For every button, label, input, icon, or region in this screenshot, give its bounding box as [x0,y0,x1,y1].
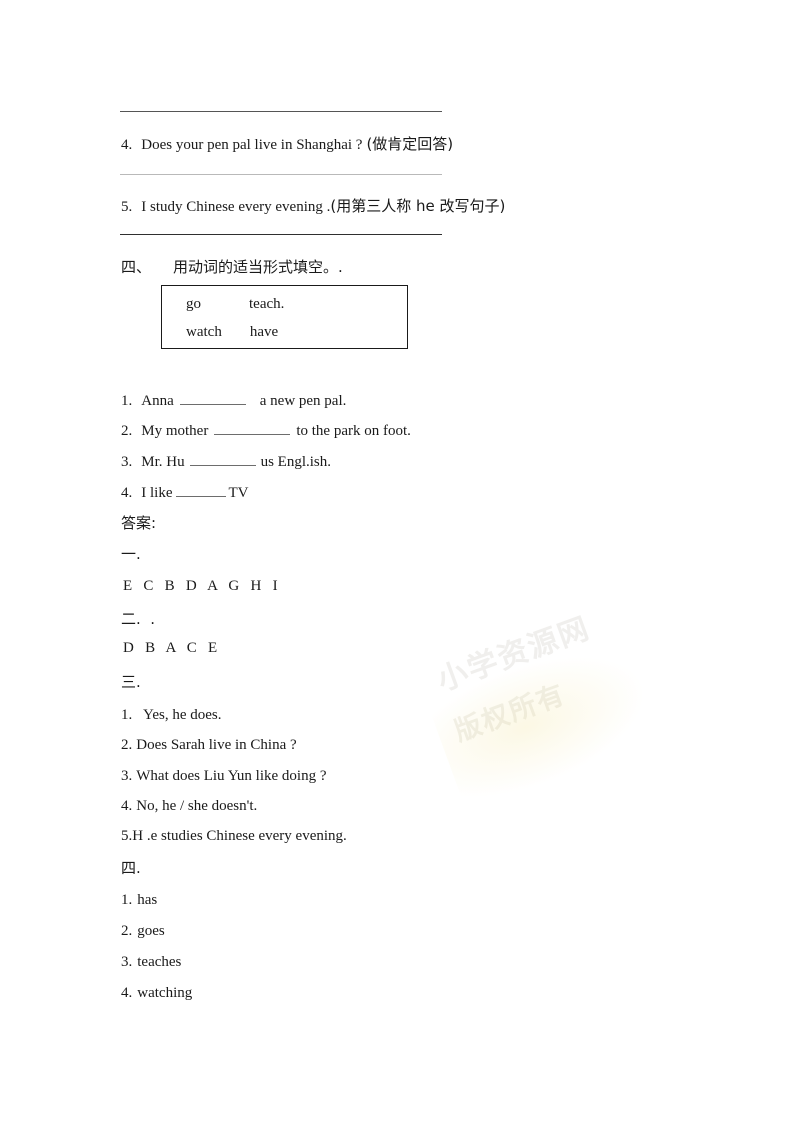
fill-question-1-after: a new pen pal. [259,393,347,409]
fill-question-4-after: TV [228,485,249,501]
answer-three-item-4-text: No, he / she doesn't. [136,798,258,814]
answer-four-item-2: 2. goes [121,921,165,941]
answer-key-heading-text: 答案: [121,514,157,532]
answer-four-item-1-number: 1. [121,892,133,908]
word-bank-row-2: watch have [186,323,278,341]
answer-three-item-1-text: Yes, he does. [143,707,222,723]
answer-rule-after-5 [120,234,442,235]
answer-three-item-2-text: Does Sarah live in China ? [136,737,297,753]
answer-three-item-2-number: 2. [121,737,133,753]
answer-four-item-4-text: watching [137,985,193,1001]
answer-four-item-4-number: 4. [121,985,133,1001]
answer-part-two-marker-text: 二. . [121,610,156,628]
answer-three-item-4-number: 4. [121,798,133,814]
answer-four-item-3: 3. teaches [121,952,181,972]
fill-question-3-number: 3. [121,454,133,470]
word-bank-word-have: have [249,324,279,340]
rewrite-item-4-number: 4. [121,137,133,153]
fill-question-4-number: 4. [121,485,133,501]
answer-three-item-5-number: 5. [121,828,133,844]
answer-rule-after-4 [120,174,442,175]
answer-part-one-letters: E C B D A G H I [123,578,278,594]
answer-three-item-1-number: 1. [121,707,133,723]
rewrite-item-5: 5. I study Chinese every evening .(用第三人称 … [121,196,505,217]
answer-four-item-1: 1. has [121,890,157,910]
fill-question-4: 4. I like TV [121,483,249,503]
watermark-line-2: 版权所有 [450,678,570,747]
answer-rule-top [120,111,442,112]
fill-question-2-blank[interactable] [214,421,291,435]
answer-three-item-5-text: H .e studies Chinese every evening. [132,828,347,844]
worksheet-page: 小学资源网 版权所有 4. Does your pen pal live in S… [0,0,793,1122]
answer-part-four-marker: 四. [121,858,141,879]
rewrite-item-5-english: I study Chinese every evening . [141,199,331,215]
rewrite-item-4-english: Does your pen pal live in Shanghai ? [141,137,363,153]
answer-four-item-2-number: 2. [121,923,133,939]
rewrite-item-4: 4. Does your pen pal live in Shanghai ? (做… [121,134,453,155]
word-bank-word-go: go [186,296,201,312]
fill-question-4-before: I like [141,485,173,501]
word-bank-word-teach: teach. [249,296,285,312]
answer-three-item-3-text: What does Liu Yun like doing ? [136,768,327,784]
answer-four-item-4: 4. watching [121,983,192,1003]
answer-three-item-2: 2. Does Sarah live in China ? [121,735,297,755]
answer-three-item-3-number: 3. [121,768,133,784]
rewrite-item-5-instruction: (用第三人称 he 改写句子) [330,197,506,215]
fill-question-3: 3. Mr. Hu us Engl.ish. [121,452,331,472]
answer-key-heading: 答案: [121,513,156,534]
word-bank-row-1: go teach. [186,295,284,313]
rewrite-item-5-number: 5. [121,199,133,215]
watermark-line-1: 小学资源网 [433,611,595,698]
fill-question-1-number: 1. [121,393,133,409]
answer-three-item-3: 3. What does Liu Yun like doing ? [121,766,327,786]
watermark-glow [425,627,665,813]
answer-part-two-marker: 二. . [121,609,155,630]
fill-question-3-blank[interactable] [189,452,256,466]
answer-part-four-marker-text: 四. [121,859,141,877]
fill-question-2-after: to the park on foot. [296,423,411,439]
section-four-title: 用动词的适当形式填空。. [173,258,343,276]
answer-four-item-2-text: goes [137,923,165,939]
answer-four-item-3-text: teaches [137,954,182,970]
answer-part-three-marker-text: 三. [121,673,141,691]
word-bank-word-watch: watch [186,324,222,340]
answer-three-item-4: 4. No, he / she doesn't. [121,796,257,816]
watermark: 小学资源网 版权所有 [425,612,760,813]
fill-question-2-number: 2. [121,423,133,439]
answer-four-item-3-number: 3. [121,954,133,970]
word-bank-box: go teach. watch have [161,285,408,349]
fill-question-1-blank[interactable] [179,391,246,405]
answer-four-item-1-text: has [137,892,158,908]
answer-three-item-5: 5.H .e studies Chinese every evening. [121,826,347,846]
answer-three-item-1: 1. Yes, he does. [121,705,221,725]
fill-question-1: 1. Anna a new pen pal. [121,391,346,411]
fill-question-3-after: us Engl.ish. [260,454,332,470]
answer-part-two-letters: D B A C E [123,640,218,656]
fill-question-2-before: My mother [141,423,209,439]
answer-part-one-marker: 一. [121,544,141,565]
fill-question-3-before: Mr. Hu [141,454,185,470]
answer-part-three-marker: 三. [121,672,141,693]
section-four-heading: 四、 用动词的适当形式填空。. [121,257,343,278]
rewrite-item-4-instruction: (做肯定回答) [366,135,454,153]
fill-question-4-blank[interactable] [175,483,226,497]
section-four-marker: 四、 [121,258,152,276]
fill-question-2: 2. My mother to the park on foot. [121,421,411,441]
answer-part-one-marker-text: 一. [121,545,141,563]
fill-question-1-before: Anna [141,393,174,409]
